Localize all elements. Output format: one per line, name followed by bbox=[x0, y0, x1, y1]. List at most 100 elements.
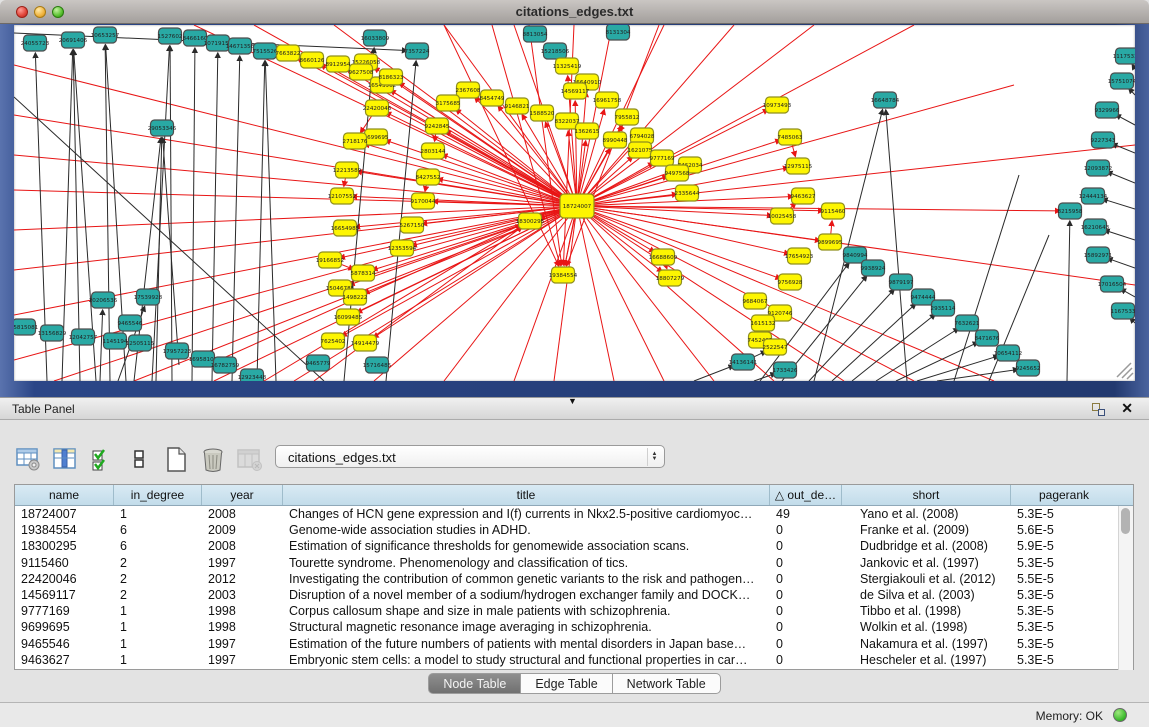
column-header-out_de[interactable]: △ out_de… bbox=[770, 485, 842, 505]
graph-node[interactable]: 12923448 bbox=[238, 369, 267, 381]
graph-node[interactable]: 8990448 bbox=[603, 132, 628, 148]
graph-node[interactable]: 9170044 bbox=[411, 193, 436, 209]
graph-node[interactable]: 2335644 bbox=[675, 185, 700, 201]
tab-node-table[interactable]: Node Table bbox=[428, 673, 521, 694]
graph-node[interactable]: 16648784 bbox=[871, 92, 900, 108]
table-settings-icon[interactable] bbox=[14, 445, 42, 473]
graph-node[interactable]: 8427552 bbox=[416, 169, 441, 185]
graph-node[interactable]: 18724007 bbox=[560, 194, 594, 218]
graph-node[interactable]: 5878314 bbox=[351, 265, 376, 281]
graph-node[interactable]: 2367608 bbox=[456, 82, 481, 98]
column-header-short[interactable]: short bbox=[842, 485, 1011, 505]
row-height-icon[interactable] bbox=[125, 445, 153, 473]
graph-node[interactable]: 9242845 bbox=[425, 118, 450, 134]
graph-node[interactable]: 19384554 bbox=[549, 267, 578, 283]
graph-node[interactable]: 16210643 bbox=[1081, 219, 1110, 235]
graph-node[interactable]: 9227343 bbox=[1091, 132, 1116, 148]
graph-node[interactable]: 15716485 bbox=[363, 357, 392, 373]
table-selector-dropdown[interactable]: citations_edges.txt ▲▼ bbox=[275, 445, 665, 468]
graph-node[interactable]: 12444134 bbox=[1079, 188, 1108, 204]
splitter-handle-icon[interactable]: ▼ bbox=[568, 396, 577, 406]
graph-node[interactable]: 1527602 bbox=[158, 28, 183, 44]
select-mode-icon[interactable] bbox=[88, 445, 116, 473]
show-columns-icon[interactable] bbox=[51, 445, 79, 473]
table-row[interactable]: 946554611997Estimation of the future num… bbox=[15, 636, 1133, 652]
graph-node[interactable]: 15815081 bbox=[14, 319, 39, 335]
delete-trash-icon[interactable] bbox=[199, 445, 227, 473]
graph-node[interactable]: 15892971 bbox=[1084, 247, 1113, 263]
column-header-name[interactable]: name bbox=[15, 485, 114, 505]
graph-node[interactable]: 12042757 bbox=[69, 329, 98, 345]
graph-node[interactable]: 7515526 bbox=[253, 43, 278, 59]
table-row[interactable]: 1456911722003Disruption of a novel membe… bbox=[15, 587, 1133, 603]
graph-node[interactable]: 1498222 bbox=[343, 289, 368, 305]
graph-node[interactable]: 1733426 bbox=[773, 362, 798, 378]
graph-node[interactable]: 9463627 bbox=[791, 188, 816, 204]
graph-node[interactable]: 17654923 bbox=[785, 248, 814, 264]
graph-node[interactable]: 15751074 bbox=[1108, 73, 1135, 89]
graph-node[interactable]: 7625402 bbox=[321, 333, 346, 349]
graph-node[interactable]: 2522547 bbox=[763, 339, 788, 355]
graph-node[interactable]: 7357224 bbox=[405, 43, 430, 59]
citation-network-graph[interactable]: 2405572320691406106532571527602846616010… bbox=[14, 25, 1135, 381]
graph-node[interactable]: 19166852 bbox=[316, 252, 344, 268]
graph-node[interactable]: 8215958 bbox=[1058, 203, 1083, 219]
new-table-icon[interactable] bbox=[162, 445, 190, 473]
graph-node[interactable]: 9777169 bbox=[650, 150, 675, 166]
graph-node[interactable]: 9684067 bbox=[743, 293, 768, 309]
graph-node[interactable]: 13156829 bbox=[38, 325, 67, 341]
graph-node[interactable]: 9146821 bbox=[505, 98, 530, 114]
graph-node[interactable]: 11325419 bbox=[553, 58, 582, 74]
graph-node[interactable]: 2718176 bbox=[343, 133, 368, 149]
table-row[interactable]: 1938455462009Genome-wide association stu… bbox=[15, 522, 1133, 538]
memory-status-indicator[interactable] bbox=[1113, 708, 1127, 722]
table-row[interactable]: 969969511998Structural magnetic resonanc… bbox=[15, 619, 1133, 635]
graph-node[interactable]: 9756928 bbox=[778, 274, 803, 290]
graph-node[interactable]: 16782759 bbox=[211, 357, 240, 373]
graph-node[interactable]: 10654112 bbox=[994, 345, 1022, 361]
graph-node[interactable]: 12093872 bbox=[1084, 160, 1112, 176]
graph-node[interactable]: 14671358 bbox=[226, 38, 255, 54]
graph-node[interactable]: 7955812 bbox=[615, 109, 640, 125]
network-canvas[interactable]: 2405572320691406106532571527602846616010… bbox=[14, 25, 1135, 381]
graph-node[interactable]: 12505115 bbox=[126, 335, 155, 351]
float-window-icon[interactable] bbox=[1092, 403, 1105, 416]
column-header-year[interactable]: year bbox=[202, 485, 283, 505]
graph-node[interactable]: 8131304 bbox=[606, 25, 631, 40]
resize-grip-icon[interactable] bbox=[1117, 363, 1133, 379]
graph-node[interactable]: 9329966 bbox=[1095, 102, 1120, 118]
graph-node[interactable]: 1145194 bbox=[103, 333, 128, 349]
graph-node[interactable]: 12213589 bbox=[333, 162, 362, 178]
graph-node[interactable]: 10025458 bbox=[768, 208, 797, 224]
graph-node[interactable]: 9245652 bbox=[1016, 360, 1041, 376]
graph-node[interactable]: 17957223 bbox=[163, 343, 192, 359]
graph-node[interactable]: 20691406 bbox=[59, 32, 88, 48]
graph-node[interactable]: 24055723 bbox=[21, 35, 50, 51]
graph-node[interactable]: 7485063 bbox=[778, 129, 803, 145]
graph-node[interactable]: 22420046 bbox=[363, 100, 392, 116]
table-row[interactable]: 1872400712008Changes of HCN gene express… bbox=[15, 506, 1133, 522]
graph-node[interactable]: 16961758 bbox=[593, 92, 622, 108]
table-row[interactable]: 1830029562008Estimation of significance … bbox=[15, 538, 1133, 554]
graph-node[interactable]: 1167533 bbox=[1111, 303, 1135, 319]
graph-node[interactable]: 7663822 bbox=[276, 45, 301, 61]
graph-node[interactable]: 20206536 bbox=[89, 292, 118, 308]
table-row[interactable]: 946362711997Embryonic stem cells: a mode… bbox=[15, 652, 1133, 668]
graph-node[interactable]: 16099485 bbox=[334, 309, 363, 325]
graph-node[interactable]: 11175338 bbox=[1113, 48, 1135, 64]
graph-node[interactable]: 8813054 bbox=[523, 26, 548, 42]
graph-node[interactable]: 9938924 bbox=[861, 260, 886, 276]
graph-node[interactable]: 9465546 bbox=[118, 315, 143, 331]
graph-node[interactable]: 9627508 bbox=[349, 64, 374, 80]
graph-node[interactable]: 29053346 bbox=[148, 120, 177, 136]
graph-node[interactable]: 17539928 bbox=[134, 289, 163, 305]
graph-node[interactable]: 9879197 bbox=[889, 274, 914, 290]
graph-node[interactable]: 1615132 bbox=[751, 315, 776, 331]
graph-node[interactable]: 1362615 bbox=[575, 123, 600, 139]
column-header-title[interactable]: title bbox=[283, 485, 770, 505]
graph-node[interactable]: 14914479 bbox=[351, 335, 380, 351]
graph-node[interactable]: 16688609 bbox=[649, 249, 678, 265]
tab-network-table[interactable]: Network Table bbox=[613, 673, 721, 694]
graph-node[interactable]: 15218506 bbox=[541, 43, 570, 59]
graph-node[interactable]: 8912954 bbox=[326, 56, 351, 72]
